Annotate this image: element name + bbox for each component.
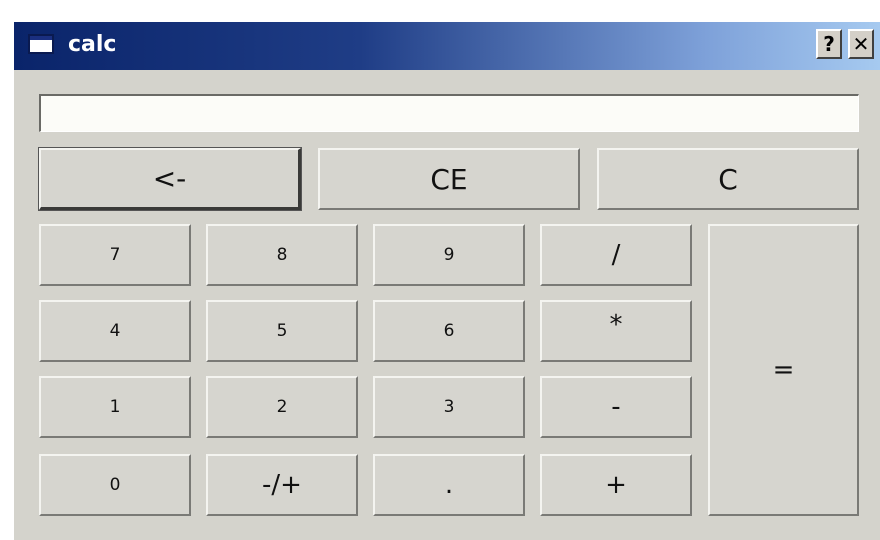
clear-button[interactable]: C	[597, 148, 859, 210]
key-2-button[interactable]: 2	[206, 376, 358, 438]
title-bar[interactable]: calc ? ✕	[14, 22, 880, 70]
key-5-button[interactable]: 5	[206, 300, 358, 362]
key-3-button[interactable]: 3	[373, 376, 525, 438]
window-title: calc	[68, 32, 117, 57]
clear-entry-button[interactable]: CE	[318, 148, 580, 210]
key-8-button[interactable]: 8	[206, 224, 358, 286]
key-9-button[interactable]: 9	[373, 224, 525, 286]
key-4-button[interactable]: 4	[39, 300, 191, 362]
add-button[interactable]: +	[540, 454, 692, 516]
close-icon: ✕	[852, 32, 870, 56]
help-button[interactable]: ?	[816, 29, 842, 59]
divide-button[interactable]: /	[540, 224, 692, 286]
multiply-button[interactable]: *	[540, 300, 692, 362]
sign-toggle-button[interactable]: -/+	[206, 454, 358, 516]
display-field[interactable]	[39, 94, 859, 132]
key-7-button[interactable]: 7	[39, 224, 191, 286]
subtract-button[interactable]: -	[540, 376, 692, 438]
close-button[interactable]: ✕	[848, 29, 874, 59]
equals-button[interactable]: =	[708, 224, 859, 516]
key-0-button[interactable]: 0	[39, 454, 191, 516]
decimal-point-button[interactable]: .	[373, 454, 525, 516]
calculator-window: calc ? ✕ <- CE C 7 8 9 / 4 5 6 * 1 2 3 -…	[14, 22, 880, 540]
key-6-button[interactable]: 6	[373, 300, 525, 362]
key-1-button[interactable]: 1	[39, 376, 191, 438]
window-icon	[28, 34, 54, 54]
backspace-button[interactable]: <-	[38, 147, 302, 211]
